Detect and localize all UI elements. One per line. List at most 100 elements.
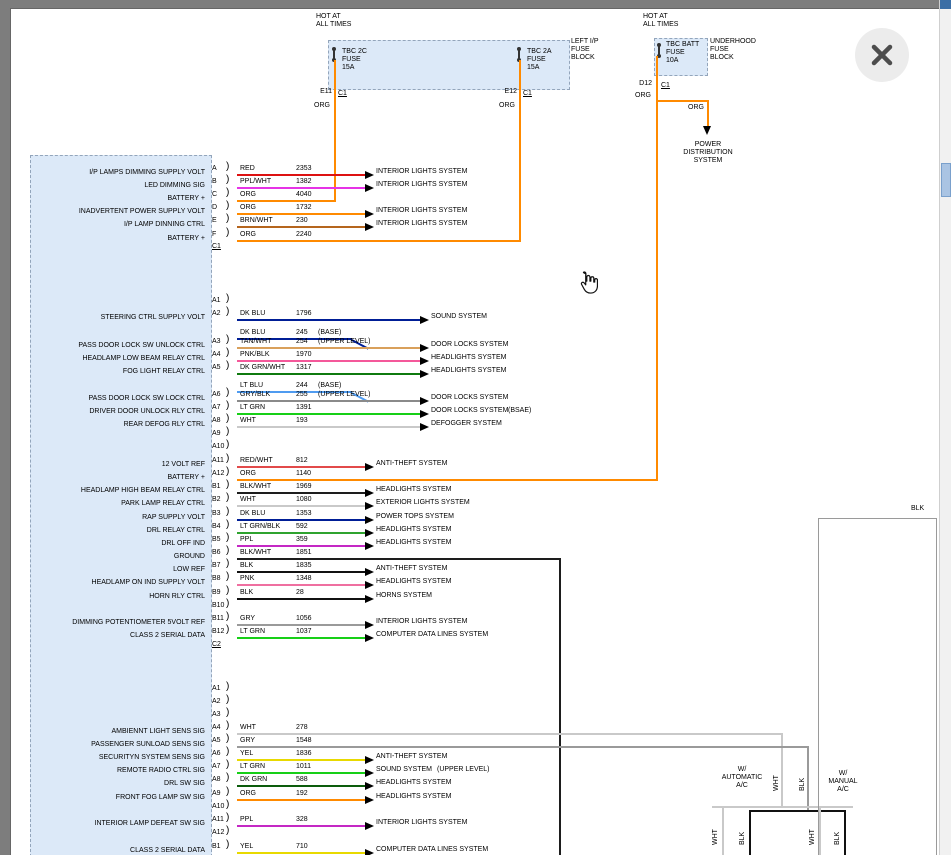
wire-circuit-number: 28	[296, 589, 304, 597]
close-button[interactable]	[855, 28, 909, 82]
signal-label: DIMMING POTENTIOMETER 5VOLT REF	[32, 619, 205, 627]
signal-label: REAR DEFOG RLY CTRL	[32, 421, 205, 429]
wire-segment	[807, 746, 809, 812]
pin-label: A7	[212, 404, 221, 412]
pin-label: A5	[212, 737, 221, 745]
pin-label: B	[212, 178, 217, 186]
pin-bracket: )	[226, 814, 229, 822]
signal-label: PARK LAMP RELAY CTRL	[32, 500, 205, 508]
wire	[237, 413, 420, 415]
pin-bracket: )	[226, 163, 229, 171]
pin-bracket: )	[226, 229, 229, 237]
system-label: HEADLIGHTS SYSTEM	[431, 367, 506, 375]
pin-bracket: )	[226, 336, 229, 344]
signal-label: HEADLAMP ON IND SUPPLY VOLT	[32, 579, 205, 587]
wire-segment	[559, 558, 561, 855]
wire-circuit-number: 254	[296, 338, 308, 346]
wire	[237, 785, 365, 787]
wire-circuit-number: 328	[296, 816, 308, 824]
signal-label: 12 VOLT REF	[32, 461, 205, 469]
wire-color-label: GRY	[240, 737, 255, 745]
system-label: ANTI-THEFT SYSTEM	[376, 753, 447, 761]
pin-label: A12	[212, 470, 224, 478]
system-label: INTERIOR LIGHTS SYSTEM	[376, 819, 467, 827]
wire-arrow-icon	[365, 502, 374, 510]
terminal-label: C1	[523, 90, 532, 98]
wire-color-label: WHT	[240, 417, 256, 425]
wire-color-label-rotated: WHT	[809, 829, 817, 845]
pin-label: B8	[212, 575, 221, 583]
wire-arrow-icon	[365, 463, 374, 471]
wire-arrow-icon	[365, 184, 374, 192]
system-label: INTERIOR LIGHTS SYSTEM	[376, 168, 467, 176]
system-label: INTERIOR LIGHTS SYSTEM	[376, 207, 467, 215]
fuse-block-name: LEFT I/P FUSE BLOCK	[571, 38, 599, 62]
pin-bracket: )	[226, 709, 229, 717]
wire-segment	[722, 808, 724, 855]
pin-label: B1	[212, 843, 221, 851]
system-label: INTERIOR LIGHTS SYSTEM	[376, 181, 467, 189]
scrollbar-corner	[940, 0, 951, 9]
wire	[237, 226, 365, 228]
wire-circuit-number: 588	[296, 776, 308, 784]
wire-circuit-number: 1348	[296, 575, 312, 583]
wire	[237, 558, 560, 560]
wire-color-label: PPL	[240, 536, 253, 544]
vertical-scrollbar[interactable]	[939, 0, 951, 855]
hot-at-all-times-label: HOT AT ALL TIMES	[643, 13, 678, 29]
system-label: HEADLIGHTS SYSTEM	[431, 354, 506, 362]
wire-color-label: DK GRN	[240, 776, 267, 784]
system-label: HEADLIGHTS SYSTEM	[376, 526, 451, 534]
wire-circuit-number: 1548	[296, 737, 312, 745]
wire-color-label: DK GRN/WHT	[240, 364, 285, 372]
wire-circuit-number: 710	[296, 843, 308, 851]
pin-label: A3	[212, 338, 221, 346]
wire	[237, 825, 365, 827]
wire-color-label: BLK	[911, 505, 924, 513]
system-label: POWER TOPS SYSTEM	[376, 513, 454, 521]
system-label: HEADLIGHTS SYSTEM	[376, 779, 451, 787]
system-label: DOOR LOCKS SYSTEM	[431, 407, 508, 415]
signal-label: LOW REF	[32, 566, 205, 574]
pin-bracket: )	[226, 801, 229, 809]
signal-label: PASS DOOR LOCK SW UNLOCK CTRL	[32, 342, 205, 350]
wire	[237, 772, 365, 774]
pin-label: A8	[212, 417, 221, 425]
wire-arrow-icon	[365, 756, 374, 764]
system-label: EXTERIOR LIGHTS SYSTEM	[376, 499, 470, 507]
pin-bracket: )	[226, 494, 229, 502]
wire-circuit-number: 244	[296, 382, 308, 390]
wire-color-label: BLK/WHT	[240, 549, 271, 557]
wire	[237, 733, 782, 735]
fuse-block-name: UNDERHOOD FUSE BLOCK	[710, 38, 756, 62]
fuse-symbol-line	[518, 50, 520, 59]
wire-color-label: PNK/BLK	[240, 351, 270, 359]
signal-label: BATTERY +	[32, 195, 205, 203]
system-label: HORNS SYSTEM	[376, 592, 432, 600]
pin-bracket: )	[226, 176, 229, 184]
wire-color-label: ORG	[306, 102, 330, 110]
system-label: HEADLIGHTS SYSTEM	[376, 793, 451, 801]
wire-color-label: ORG	[627, 92, 651, 100]
pin-bracket: )	[226, 349, 229, 357]
pin-bracket: )	[226, 735, 229, 743]
pin-bracket: )	[226, 560, 229, 568]
pin-label: A1	[212, 297, 221, 305]
wire-arrow-icon	[365, 171, 374, 179]
system-label: ANTI-THEFT SYSTEM	[376, 460, 447, 468]
wire-circuit-number: 1353	[296, 510, 312, 518]
wire-note: (BASE)	[318, 329, 341, 337]
wire-circuit-number: 192	[296, 790, 308, 798]
wire-color-label: BRN/WHT	[240, 217, 273, 225]
terminal-label: C1	[661, 82, 670, 90]
wire-arrow-icon	[420, 370, 429, 378]
pin-label: A6	[212, 750, 221, 758]
system-label: DOOR LOCKS SYSTEM	[431, 341, 508, 349]
wire-color-label: DK BLU	[240, 329, 265, 337]
wire-arrow-icon	[365, 210, 374, 218]
pin-bracket: )	[226, 215, 229, 223]
wire	[237, 174, 365, 176]
pin-label: B10	[212, 602, 224, 610]
wire-arrow-icon	[420, 344, 429, 352]
scrollbar-thumb[interactable]	[941, 163, 951, 197]
